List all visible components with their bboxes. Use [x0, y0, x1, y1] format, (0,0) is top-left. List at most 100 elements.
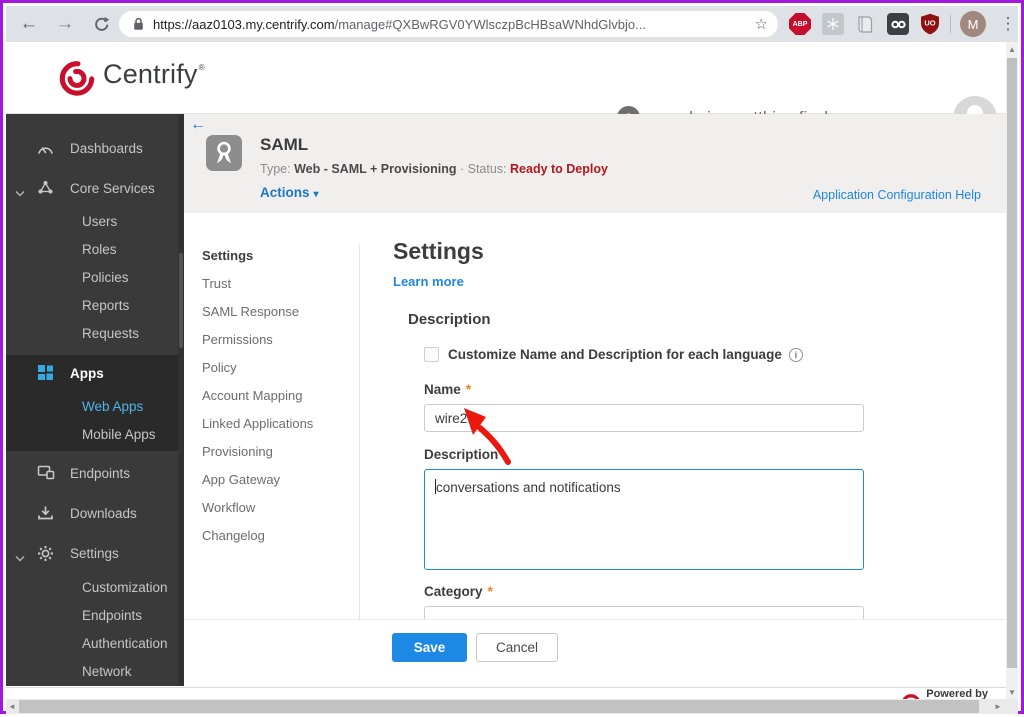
centrify-arc-icon: [902, 694, 920, 699]
scroll-down-arrow[interactable]: ▼: [1006, 686, 1018, 698]
sidebar-item-reports[interactable]: Reports: [6, 291, 184, 319]
description-section-title: Description: [408, 311, 491, 328]
sidebar-item-network[interactable]: Network: [6, 657, 184, 685]
book-extension-icon[interactable]: [854, 13, 876, 35]
checkbox-label: Customize Name and Description for each …: [448, 347, 782, 362]
learn-more-link[interactable]: Learn more: [393, 274, 464, 289]
app-header: Centrify ® ? admin_matthias.fischmann ▾: [6, 42, 1018, 140]
sidebar-label: Customization: [82, 579, 168, 595]
abp-label: ABP: [792, 20, 808, 28]
sidebar-item-web-apps[interactable]: Web Apps: [6, 392, 184, 420]
description-label: Description: [424, 447, 499, 462]
sidebar-label: Network: [82, 663, 132, 679]
shield-icon: UO: [921, 13, 939, 35]
reload-icon: [94, 16, 109, 31]
sidebar-item-endpoints-settings[interactable]: Endpoints: [6, 601, 184, 629]
sidebar-label: Web Apps: [82, 398, 144, 414]
sidebar-label: Core Services: [70, 180, 155, 196]
url-text: https://aaz0103.my.centrify.com/manage#Q…: [153, 16, 646, 32]
sidebar-label: Endpoints: [70, 465, 131, 481]
apps-grid-icon: [37, 364, 55, 381]
ublock-extension-icon[interactable]: UO: [919, 13, 941, 35]
sidebar-label: Users: [82, 213, 118, 229]
sidebar-label: Endpoints: [82, 607, 143, 623]
horizontal-scrollbar[interactable]: ◄ ►: [6, 699, 1018, 714]
horizontal-scrollbar-thumb[interactable]: [19, 700, 979, 713]
save-button[interactable]: Save: [392, 633, 467, 662]
sidebar-label: Downloads: [70, 505, 137, 521]
sidebar-label: Mobile Apps: [82, 426, 156, 442]
sidebar-item-authentication[interactable]: Authentication: [6, 629, 184, 657]
scroll-up-arrow[interactable]: ▲: [1006, 43, 1018, 55]
gauge-icon: [37, 140, 55, 157]
customize-language-row: Customize Name and Description for each …: [424, 347, 803, 362]
toolbar-separator: [950, 15, 951, 33]
binoculars-icon: [890, 20, 906, 28]
snowflake-icon: [827, 18, 839, 30]
sidebar-label: Policies: [82, 269, 129, 285]
main-content: ← SAML Type: Web - SAML + Provisioning ·…: [184, 114, 1008, 686]
scroll-left-arrow[interactable]: ◄: [6, 699, 18, 714]
category-label: Category *: [424, 583, 493, 599]
browser-profile-avatar[interactable]: M: [960, 11, 986, 37]
chevron-down-icon[interactable]: [15, 549, 25, 567]
forward-icon: →: [55, 13, 75, 34]
vertical-scrollbar[interactable]: ▲ ▼: [1006, 42, 1018, 699]
page-title: Settings: [393, 238, 484, 264]
sidebar-item-endpoints[interactable]: Endpoints: [6, 459, 184, 487]
info-icon[interactable]: i: [788, 347, 803, 362]
sidebar-label: Requests: [82, 325, 140, 341]
sidebar-item-mobile-apps[interactable]: Mobile Apps: [6, 420, 184, 448]
form-footer: Save Cancel: [184, 619, 1008, 686]
lock-icon: [134, 17, 143, 30]
sidebar-item-downloads[interactable]: Downloads: [6, 499, 184, 527]
endpoints-icon: [37, 465, 55, 482]
snowflake-extension-icon[interactable]: [822, 13, 844, 35]
vertical-scrollbar-thumb[interactable]: [1007, 58, 1017, 668]
profile-initial: M: [967, 16, 979, 32]
browser-reload-button[interactable]: [86, 6, 116, 42]
name-input[interactable]: [424, 404, 864, 432]
description-textarea[interactable]: conversations and notifications: [424, 469, 864, 570]
sidebar: Dashboards Core Services Users Roles Pol…: [6, 114, 184, 686]
sidebar-label: Reports: [82, 297, 130, 313]
sidebar-label: Apps: [70, 365, 104, 381]
customize-language-checkbox[interactable]: [424, 347, 439, 362]
powered-by-text: Powered by: [926, 688, 988, 699]
screenshot-frame: ← → https://aaz0103.my.centrify.com/mana…: [0, 0, 1024, 714]
browser-toolbar: ← → https://aaz0103.my.centrify.com/mana…: [6, 6, 1018, 42]
sidebar-item-roles[interactable]: Roles: [6, 235, 184, 263]
bookmark-star-icon[interactable]: ☆: [755, 15, 768, 33]
sidebar-item-requests[interactable]: Requests: [6, 319, 184, 347]
cancel-button[interactable]: Cancel: [476, 633, 558, 662]
browser-menu-button[interactable]: ⋮: [998, 6, 1018, 42]
adblock-extension-icon[interactable]: ABP: [789, 13, 811, 35]
sidebar-item-apps[interactable]: Apps: [6, 359, 184, 387]
sidebar-item-settings[interactable]: Settings: [6, 539, 184, 567]
scroll-right-arrow[interactable]: ►: [992, 699, 1004, 714]
download-icon: [37, 505, 55, 522]
sidebar-label: Dashboards: [70, 140, 143, 156]
browser-forward-button[interactable]: →: [50, 6, 80, 42]
centrify-logo[interactable]: Centrify ®: [58, 59, 205, 97]
settings-form: Settings Learn more Description Customiz…: [184, 114, 1008, 686]
gear-icon: [37, 545, 55, 562]
sidebar-item-customization[interactable]: Customization: [6, 573, 184, 601]
svg-text:UO: UO: [924, 19, 935, 28]
browser-back-button[interactable]: ←: [14, 6, 44, 42]
name-label: Name *: [424, 381, 472, 397]
sidebar-label: Roles: [82, 241, 117, 257]
sidebar-item-core-services[interactable]: Core Services: [6, 174, 184, 202]
kebab-menu-icon: ⋮: [999, 14, 1017, 33]
sidebar-label: Authentication: [82, 635, 168, 651]
sidebar-scrollbar-thumb[interactable]: [179, 253, 183, 348]
sidebar-item-policies[interactable]: Policies: [6, 263, 184, 291]
sidebar-item-dashboards[interactable]: Dashboards: [6, 134, 184, 162]
address-bar[interactable]: https://aaz0103.my.centrify.com/manage#Q…: [119, 11, 778, 37]
back-icon: ←: [19, 13, 39, 34]
required-asterisk: *: [465, 381, 472, 397]
powered-by-strip: Powered by: [6, 687, 1006, 699]
sidebar-item-users[interactable]: Users: [6, 207, 184, 235]
chevron-down-icon[interactable]: [15, 184, 25, 202]
binoculars-extension-icon[interactable]: [887, 13, 909, 35]
